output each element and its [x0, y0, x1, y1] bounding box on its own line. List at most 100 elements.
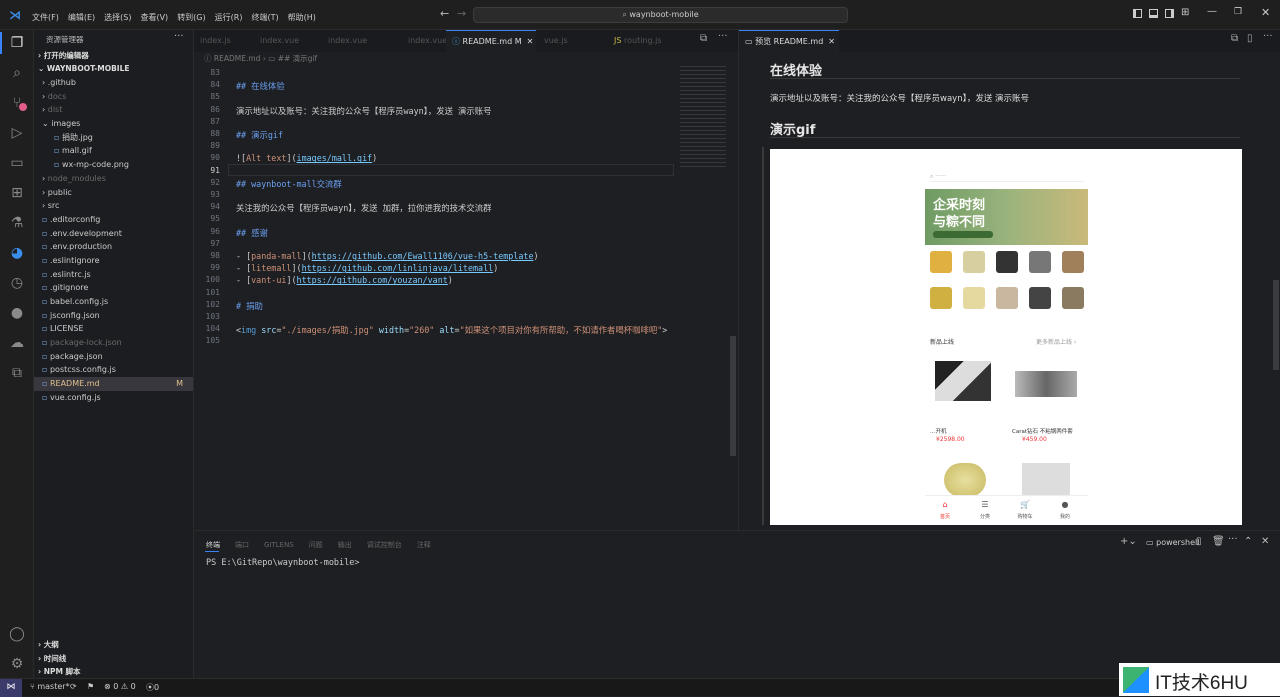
- menu-item[interactable]: 运行(R): [215, 13, 243, 22]
- tab-close-icon[interactable]: ✕: [527, 37, 534, 46]
- code-line[interactable]: ## 演示gif: [236, 129, 283, 141]
- split-terminal-icon[interactable]: ▯: [1196, 536, 1202, 547]
- minimap[interactable]: [680, 66, 726, 170]
- tab-readme[interactable]: ⓘ README.md M ✕: [446, 30, 536, 52]
- github-icon[interactable]: ●: [9, 305, 25, 321]
- explorer-icon[interactable]: ❐: [9, 35, 25, 51]
- code-line[interactable]: ![Alt text](images/mall.gif): [236, 153, 377, 163]
- layout-icon[interactable]: ⊞: [1181, 7, 1189, 18]
- more-actions-icon[interactable]: ···: [1228, 534, 1238, 545]
- sidebar-section-header[interactable]: › 时间线: [38, 652, 188, 666]
- tree-item[interactable]: › public: [34, 186, 193, 200]
- preview-scrollbar[interactable]: [1273, 280, 1279, 370]
- restore-icon[interactable]: ❐: [1234, 7, 1242, 17]
- kill-terminal-icon[interactable]: 🗑: [1212, 536, 1225, 547]
- tree-item[interactable]: ▫ .env.development: [34, 227, 193, 241]
- breadcrumb-file[interactable]: README.md: [214, 54, 261, 63]
- tab-inactive[interactable]: vue.js: [538, 30, 608, 52]
- testing-icon[interactable]: ⚗: [9, 215, 25, 231]
- tree-item[interactable]: ▫ mall.gif: [34, 144, 193, 158]
- tab-inactive[interactable]: index.vue: [322, 30, 402, 52]
- tab-inactive[interactable]: index.vue: [254, 30, 322, 52]
- search-icon[interactable]: ⌕: [9, 65, 25, 81]
- project-header[interactable]: ⌄ WAYNBOOT-MOBILE: [38, 64, 130, 73]
- menu-item[interactable]: 终端(T): [251, 13, 278, 22]
- tree-item[interactable]: ⌄ images: [34, 117, 193, 131]
- sync-icon[interactable]: ⟳: [70, 682, 77, 691]
- close-window-icon[interactable]: ✕: [1261, 6, 1270, 19]
- tree-item[interactable]: ▫ README.md M: [34, 377, 193, 391]
- tree-item[interactable]: ▫ LICENSE: [34, 322, 193, 336]
- tree-item[interactable]: ▫ 捐助.jpg: [34, 131, 193, 145]
- breadcrumb-section[interactable]: ## 演示gif: [278, 54, 317, 63]
- panel-tab[interactable]: 输出: [338, 541, 352, 549]
- tree-item[interactable]: › node_modules: [34, 172, 193, 186]
- toggle-sidebar-icon[interactable]: [1133, 9, 1142, 18]
- more-actions-icon[interactable]: ···: [174, 31, 184, 42]
- ports-status[interactable]: ⦿0: [146, 682, 159, 693]
- code-line[interactable]: - [litemall](https://github.com/linlinja…: [236, 263, 498, 273]
- close-panel-icon[interactable]: ✕: [1261, 536, 1269, 547]
- tree-item[interactable]: ▫ wx-mp-code.png: [34, 158, 193, 172]
- tree-item[interactable]: ▫ jsconfig.json: [34, 309, 193, 323]
- tree-item[interactable]: ▫ postcss.config.js: [34, 363, 193, 377]
- branch-status[interactable]: ⑂ master*: [30, 682, 70, 691]
- editor-scrollbar[interactable]: [730, 336, 736, 456]
- panel-tab[interactable]: 调试控制台: [367, 541, 402, 549]
- code-line[interactable]: - [vant-ui](https://github.com/youzan/va…: [236, 275, 453, 285]
- code-line[interactable]: ## 感谢: [236, 227, 268, 239]
- panel-tab[interactable]: 终端: [206, 541, 220, 549]
- extensions-icon[interactable]: ⊞: [9, 185, 25, 201]
- tree-item[interactable]: ▫ package-lock.json: [34, 336, 193, 350]
- menu-item[interactable]: 转到(G): [177, 13, 205, 22]
- forward-arrow-icon[interactable]: →: [457, 7, 466, 20]
- tree-item[interactable]: ▫ babel.config.js: [34, 295, 193, 309]
- terminal-shell[interactable]: ▭ powershell: [1146, 538, 1199, 547]
- project-manager-icon[interactable]: ⧉: [9, 365, 25, 381]
- code-line[interactable]: ## 在线体验: [236, 80, 285, 92]
- remote-icon[interactable]: ⋈: [0, 679, 22, 697]
- tree-item[interactable]: ▫ .gitignore: [34, 281, 193, 295]
- tree-item[interactable]: › dist: [34, 103, 193, 117]
- code-line[interactable]: 演示地址以及账号：关注我的公众号【程序员wayn】，发送 演示账号: [236, 105, 492, 117]
- toggle-secondary-sidebar-icon[interactable]: [1165, 9, 1174, 18]
- add-terminal-icon[interactable]: +⌄: [1120, 536, 1137, 547]
- split-editor-icon[interactable]: ▯: [1247, 33, 1253, 44]
- tab-preview[interactable]: ▭ 预览 README.md ✕: [739, 30, 839, 52]
- menu-item[interactable]: 编辑(E): [68, 13, 95, 22]
- timeline-icon[interactable]: ◷: [9, 275, 25, 291]
- panel-tab[interactable]: 端口: [235, 541, 249, 549]
- account-icon[interactable]: ◯: [9, 626, 25, 642]
- code-line[interactable]: - [panda-mall](https://github.com/Ewall1…: [236, 251, 539, 261]
- code-line[interactable]: ## waynboot-mall交流群: [236, 178, 342, 190]
- toggle-panel-icon[interactable]: [1149, 9, 1158, 18]
- tree-item[interactable]: › docs: [34, 90, 193, 104]
- menu-item[interactable]: 帮助(H): [288, 13, 316, 22]
- tree-item[interactable]: ▫ vue.config.js: [34, 391, 193, 405]
- split-editor-icon[interactable]: ⧉: [700, 33, 707, 44]
- code-line[interactable]: 关注我的公众号【程序员wayn】，发送 加群，拉你进我的技术交流群: [236, 202, 492, 214]
- settings-gear-icon[interactable]: ⚙: [9, 656, 25, 672]
- tree-item[interactable]: › src: [34, 199, 193, 213]
- maximize-panel-icon[interactable]: ⌃: [1244, 536, 1252, 547]
- tab-inactive[interactable]: JS routing.js: [608, 30, 698, 52]
- command-center-search[interactable]: ⌕ waynboot-mobile: [473, 7, 848, 23]
- tree-item[interactable]: ▫ .editorconfig: [34, 213, 193, 227]
- code-line[interactable]: <img src="./images/捐助.jpg" width="260" a…: [236, 324, 667, 336]
- publish-icon[interactable]: ⚑: [87, 682, 94, 691]
- open-editors-header[interactable]: › 打开的编辑器: [38, 50, 89, 61]
- sidebar-section-header[interactable]: › NPM 脚本: [38, 665, 188, 679]
- menu-item[interactable]: 查看(V): [140, 13, 168, 22]
- more-actions-icon[interactable]: ···: [718, 31, 728, 42]
- code-line[interactable]: # 捐助: [236, 300, 263, 312]
- menu-item[interactable]: 文件(F): [32, 13, 59, 22]
- code-area[interactable]: 83 84 ## 在线体验 85 86 演示地址以及账号：关注我的公众号【程序员wayn】…: [194, 66, 674, 530]
- menu-item[interactable]: 选择(S): [104, 13, 131, 22]
- tab-close-icon[interactable]: ✕: [828, 37, 835, 46]
- tree-item[interactable]: ▫ .eslintrc.js: [34, 268, 193, 282]
- tree-item[interactable]: ▫ package.json: [34, 350, 193, 364]
- menu-bar[interactable]: 文件(F) 编辑(E) 选择(S) 查看(V) 转到(G) 运行(R) 终端(T) 帮助(H): [32, 10, 325, 23]
- sidebar-section-header[interactable]: › 大纲: [38, 638, 188, 652]
- back-arrow-icon[interactable]: ←: [440, 7, 449, 20]
- tab-inactive[interactable]: index.js: [194, 30, 254, 52]
